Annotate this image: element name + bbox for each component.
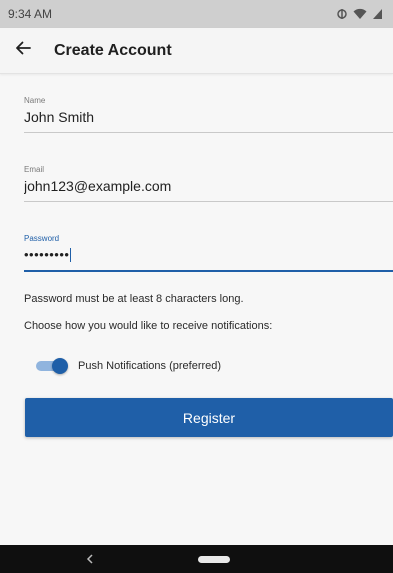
register-button[interactable]: Register (25, 398, 393, 437)
arrow-left-icon (15, 41, 31, 60)
notification-prompt: Choose how you would like to receive not… (24, 320, 273, 332)
nav-home-pill[interactable] (198, 556, 230, 563)
create-account-screen: 9:34 AM Create Account Name John Smith E… (0, 0, 393, 573)
toggle-thumb (52, 358, 68, 374)
name-field[interactable]: Name (24, 96, 393, 133)
email-underline (24, 201, 393, 202)
push-notifications-toggle-row[interactable]: Push Notifications (preferred) (36, 358, 221, 374)
password-hint: Password must be at least 8 characters l… (24, 293, 244, 305)
push-notifications-toggle[interactable] (36, 358, 68, 374)
page-title: Create Account (54, 41, 172, 59)
status-bar: 9:34 AM (0, 0, 393, 28)
email-label: Email (24, 165, 45, 174)
status-time: 9:34 AM (8, 7, 53, 21)
system-nav-bar (0, 545, 393, 573)
sync-icon (336, 8, 348, 20)
email-input[interactable] (24, 174, 393, 194)
password-field[interactable]: Password ••••••••• (24, 234, 393, 272)
password-input[interactable]: ••••••••• (24, 243, 393, 263)
nav-back-icon[interactable] (86, 552, 94, 570)
push-notifications-label: Push Notifications (preferred) (78, 360, 222, 372)
wifi-icon (353, 8, 367, 20)
password-mask: ••••••••• (24, 247, 70, 262)
back-button[interactable] (0, 28, 46, 74)
name-label: Name (24, 96, 46, 105)
password-underline (24, 270, 393, 272)
app-bar: Create Account (0, 28, 393, 74)
signal-icon (372, 8, 383, 20)
text-cursor (70, 247, 72, 262)
email-field[interactable]: Email (24, 165, 393, 202)
status-icons (336, 8, 383, 20)
name-input[interactable] (24, 105, 393, 125)
name-underline (24, 132, 393, 133)
password-label: Password (24, 234, 60, 243)
